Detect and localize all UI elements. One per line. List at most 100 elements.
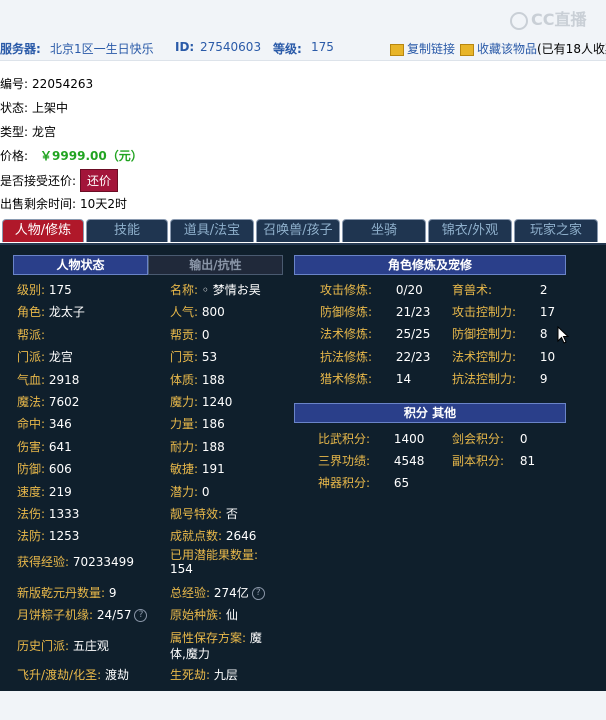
stat-label: 角色: xyxy=(17,305,46,320)
tab-items[interactable]: 道具/法宝 xyxy=(170,219,254,242)
stat-label: 神器积分: xyxy=(318,476,371,490)
stat-row: 猎术修炼: 14 xyxy=(320,370,411,387)
collect-button[interactable]: 收藏该物品 xyxy=(460,40,537,57)
stat-label: 防御: xyxy=(17,462,46,477)
help-icon[interactable]: ? xyxy=(134,609,148,622)
stat-label: 成就点数: xyxy=(170,529,223,544)
stat-value: 17 xyxy=(539,305,556,320)
cursor-arrow-icon xyxy=(557,325,570,344)
stat-label: 敏捷: xyxy=(170,462,199,477)
stat-label: 攻击修炼: xyxy=(320,283,373,297)
stat-value: 219 xyxy=(48,484,72,499)
tab-bar: 人物/修炼 技能 道具/法宝 召唤兽/孩子 坐骑 锦衣/外观 玩家之家 xyxy=(0,219,606,243)
stat-exp: 获得经验: 70233499 xyxy=(17,555,134,569)
stat-row: 法伤: 1333 xyxy=(17,505,79,522)
stat-row: 靓号特效: 否 xyxy=(170,505,238,522)
stat-row: 法术修炼: 25/25 xyxy=(320,325,430,342)
level-label: 等级: xyxy=(273,42,302,56)
item-status: 状态: 上架中 xyxy=(0,101,69,115)
stat-label: 人气: xyxy=(170,305,199,320)
stat-mooncake: 月饼粽子机缘: 24/57? xyxy=(17,606,148,623)
stat-value: 2918 xyxy=(48,372,80,387)
header-character-status[interactable]: 人物状态 xyxy=(13,255,148,275)
tab-home[interactable]: 玩家之家 xyxy=(514,219,598,242)
item-offer: 是否接受还价: 还价 xyxy=(0,169,119,192)
stat-label: 猎术修炼: xyxy=(320,371,373,386)
stat-label: 帮派: xyxy=(17,327,46,342)
stat-value: 188 xyxy=(201,439,225,454)
stat-label: 抗法修炼: xyxy=(320,349,373,364)
stat-label: 伤害: xyxy=(17,439,46,454)
stat-value: 0 xyxy=(201,484,210,499)
offer-button[interactable]: 还价 xyxy=(80,169,119,192)
stat-attr-scheme-value: 体,魔力 xyxy=(170,647,210,661)
tab-outfits[interactable]: 锦衣/外观 xyxy=(428,219,512,242)
stat-label: 魔力: xyxy=(170,395,199,409)
stat-label: 防御控制力: xyxy=(452,327,517,342)
bottom-bar xyxy=(0,691,606,720)
item-number: 编号: 22054263 xyxy=(0,77,94,91)
stat-label: 靓号特效: xyxy=(170,507,223,521)
stat-label: 级别: xyxy=(17,283,46,297)
stat-row: 门贡: 53 xyxy=(170,348,217,365)
stat-value: 191 xyxy=(201,462,225,477)
stat-value: 606 xyxy=(48,462,72,477)
stat-value: 0 xyxy=(201,327,210,342)
top-bar: CC直播 服务器: 北京1区一生日快乐 ID: 27540603 等级: 175… xyxy=(0,0,606,61)
stat-row: 攻击修炼: 0/20 xyxy=(320,281,423,298)
stat-label: 三界功绩: xyxy=(318,454,371,468)
stat-label: 体质: xyxy=(170,372,199,387)
stat-label: 法防: xyxy=(17,529,46,544)
stat-row: 防御修炼: 21/23 xyxy=(320,303,430,320)
stat-race: 原始种族: 仙 xyxy=(170,608,238,622)
stat-value: 65 xyxy=(393,476,410,490)
stat-value: 14 xyxy=(395,371,412,386)
item-time: 出售剩余时间: 10天2时 xyxy=(0,197,127,211)
stat-row: 防御: 606 xyxy=(17,460,72,477)
stat-value: 1240 xyxy=(201,395,233,409)
stat-value: 0/20 xyxy=(395,283,423,297)
stat-row: 门派: 龙宫 xyxy=(17,348,73,365)
stat-label: 命中: xyxy=(17,417,46,432)
stat-life-death: 生死劫: 九层 xyxy=(170,668,238,682)
watermark-logo: CC直播 xyxy=(510,6,587,30)
stat-label: 法术修炼: xyxy=(320,327,373,342)
tab-pets[interactable]: 召唤兽/孩子 xyxy=(256,219,340,242)
header-output-resist[interactable]: 输出/抗性 xyxy=(148,255,283,275)
stat-label: 法伤: xyxy=(17,507,46,521)
stat-row: 抗法修炼: 22/23 xyxy=(320,348,430,365)
stat-history-school: 历史门派: 五庄观 xyxy=(17,639,109,653)
tab-skills[interactable]: 技能 xyxy=(86,219,168,242)
stat-row: 帮贡: 0 xyxy=(170,326,210,343)
help-icon[interactable]: ? xyxy=(251,587,265,600)
stat-value: 641 xyxy=(48,439,72,454)
stat-value: 346 xyxy=(48,417,72,432)
stat-value: 4548 xyxy=(393,454,425,468)
stat-value: 53 xyxy=(201,350,218,365)
stat-row: 比武积分: 1400 xyxy=(318,430,424,447)
stat-row: 级别: 175 xyxy=(17,281,72,298)
stat-label: 潜力: xyxy=(170,484,199,499)
stat-row: 角色: 龙太子 xyxy=(17,303,85,320)
stat-value: 800 xyxy=(201,305,225,320)
stat-row: 魔法: 7602 xyxy=(17,393,79,410)
logo-ring-icon xyxy=(510,11,528,30)
stat-label: 剑会积分: xyxy=(452,432,505,446)
stat-label: 气血: xyxy=(17,372,46,387)
stat-row: 潜力: 0 xyxy=(170,483,210,500)
copy-link-button[interactable]: 复制链接 xyxy=(390,40,455,57)
stat-label: 法术控制力: xyxy=(452,349,517,364)
stat-value: 1333 xyxy=(48,507,80,521)
stat-value: 186 xyxy=(201,417,225,432)
stat-row: 敏捷: 191 xyxy=(170,460,225,477)
stat-value: 1253 xyxy=(48,529,80,544)
stat-row: 力量: 186 xyxy=(170,415,225,432)
tab-mounts[interactable]: 坐骑 xyxy=(342,219,426,242)
stat-value: 21/23 xyxy=(395,305,431,320)
stat-row: 法防: 1253 xyxy=(17,527,79,544)
stat-value: 81 xyxy=(519,454,536,468)
stat-row: 帮派: xyxy=(17,326,45,343)
stat-value: ◦ 梦情お昊 xyxy=(201,283,261,297)
stat-value: 9 xyxy=(539,371,548,386)
tab-character[interactable]: 人物/修炼 xyxy=(2,219,84,242)
